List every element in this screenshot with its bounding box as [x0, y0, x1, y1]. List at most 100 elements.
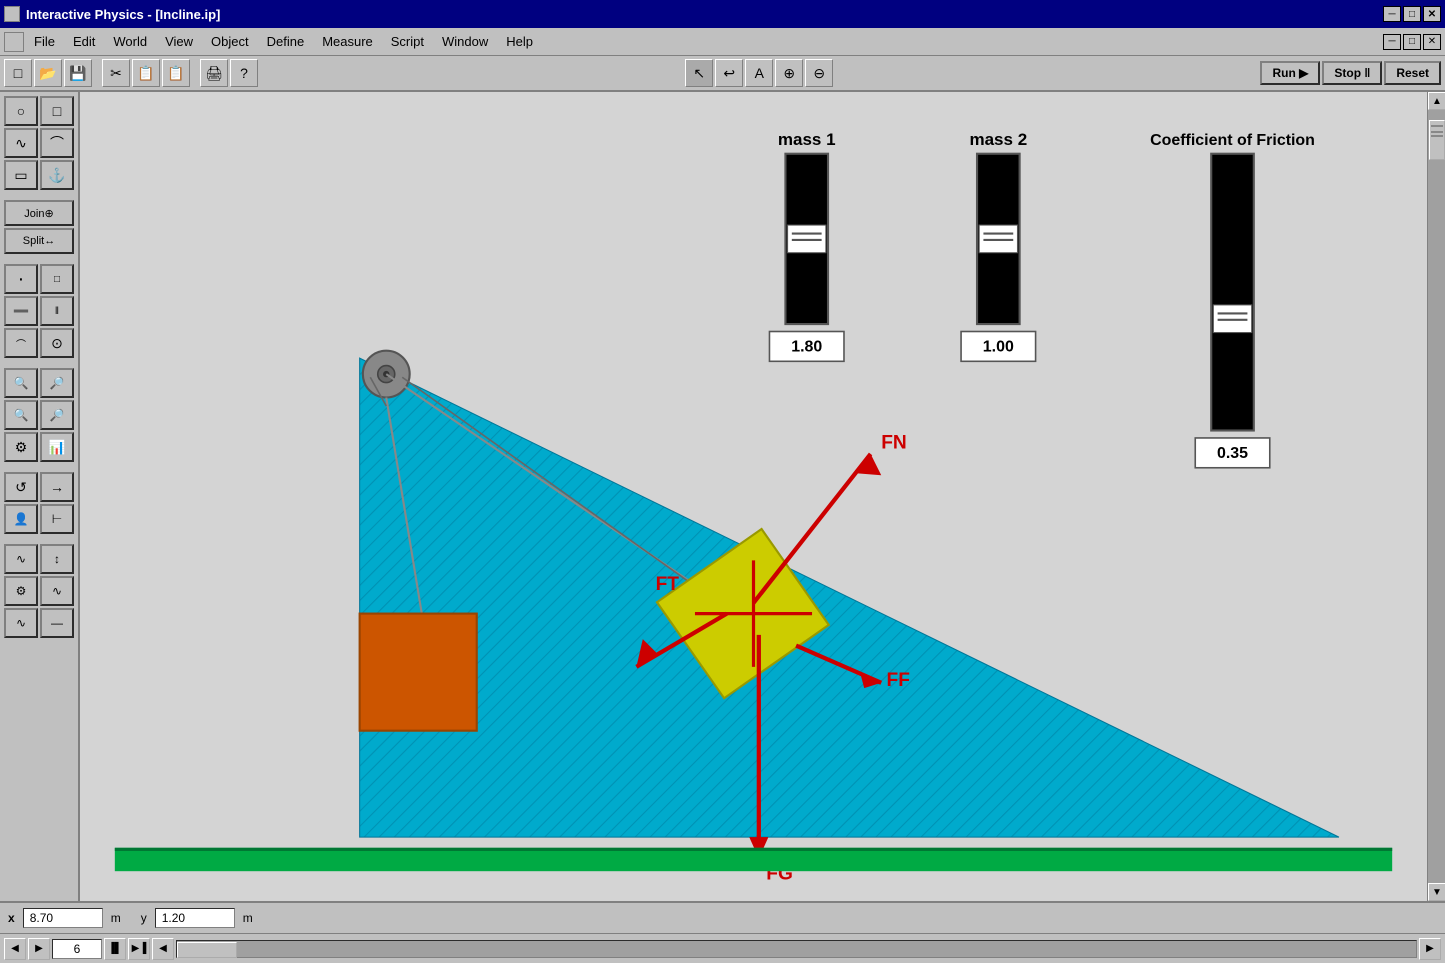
svg-text:1.00: 1.00: [983, 339, 1014, 356]
menu-window[interactable]: Window: [434, 32, 496, 51]
h-scroll-thumb[interactable]: [177, 942, 237, 958]
menu-edit[interactable]: Edit: [65, 32, 103, 51]
scroll-thumb[interactable]: [1429, 120, 1445, 160]
zoom3-tool[interactable]: 🔎: [40, 368, 74, 398]
zoom2-tool[interactable]: 🔍: [4, 368, 38, 398]
close-button[interactable]: ✕: [1423, 6, 1441, 22]
y-field[interactable]: [155, 908, 235, 928]
status-bar: x m y m: [0, 901, 1445, 933]
small-rect-tool[interactable]: □: [40, 264, 74, 294]
curve-tool[interactable]: ∿: [4, 128, 38, 158]
go-start-button[interactable]: ◀: [4, 938, 26, 960]
left-toolbar: ○ □ ∿ ⌒ ▭ ⚓ Join⊕ Split↔ · □ ══ ‖ ⌒ ⊙: [0, 92, 80, 901]
svg-text:0.35: 0.35: [1217, 445, 1248, 462]
rect-tool[interactable]: □: [40, 96, 74, 126]
svg-text:mass 1: mass 1: [778, 130, 836, 149]
menu-help[interactable]: Help: [498, 32, 541, 51]
copy-button[interactable]: 📋: [132, 59, 160, 87]
inner-maximize[interactable]: □: [1403, 34, 1421, 50]
arrow-tool[interactable]: →: [40, 472, 74, 502]
inner-minimize[interactable]: ─: [1383, 34, 1401, 50]
svg-text:mass 2: mass 2: [969, 130, 1027, 149]
app-icon-menu: [4, 32, 24, 52]
wave-tool[interactable]: ∿: [4, 544, 38, 574]
svg-text:FT: FT: [656, 574, 680, 595]
arc-tool[interactable]: ⌒: [40, 128, 74, 158]
join-button[interactable]: Join⊕: [4, 200, 74, 226]
save-button[interactable]: 💾: [64, 59, 92, 87]
zoom-in-button[interactable]: ⊕: [775, 59, 803, 87]
circle2-tool[interactable]: ⊙: [40, 328, 74, 358]
text-button[interactable]: A: [745, 59, 773, 87]
title-bar: Interactive Physics - [Incline.ip] ─ □ ✕: [0, 0, 1445, 28]
menu-object[interactable]: Object: [203, 32, 257, 51]
bottom-bar: ◀ ▶ 6 ▐▌ ▶▐ ◀ ▶: [0, 933, 1445, 963]
scroll-down-button[interactable]: ▼: [1428, 883, 1445, 901]
zoom-out-button[interactable]: ⊖: [805, 59, 833, 87]
print-button[interactable]: 🖨: [200, 59, 228, 87]
point-tool[interactable]: ·: [4, 264, 38, 294]
x-field[interactable]: [23, 908, 103, 928]
run-button[interactable]: Run ▶: [1260, 61, 1320, 85]
inner-close[interactable]: ✕: [1423, 34, 1441, 50]
step-forward-button[interactable]: ▶▐: [128, 938, 150, 960]
svg-text:FF: FF: [887, 670, 910, 691]
menu-file[interactable]: File: [26, 32, 63, 51]
open-button[interactable]: 📂: [34, 59, 62, 87]
measure-tool[interactable]: ↕: [40, 544, 74, 574]
rotate-tool[interactable]: ↺: [4, 472, 38, 502]
prev-frame-button[interactable]: ◀: [152, 938, 174, 960]
frame-display: 6: [52, 939, 102, 959]
spring-tool[interactable]: ══: [4, 296, 38, 326]
play-button[interactable]: ▶: [28, 938, 50, 960]
simulation-canvas[interactable]: FN FT FF FG: [80, 92, 1427, 901]
y-label: y: [141, 911, 147, 925]
horizontal-scrollbar[interactable]: [176, 940, 1417, 958]
cut-button[interactable]: ✂: [102, 59, 130, 87]
menu-world[interactable]: World: [105, 32, 155, 51]
y-unit: m: [243, 911, 253, 925]
line2-tool[interactable]: —: [40, 608, 74, 638]
scroll-track[interactable]: [1428, 110, 1445, 883]
chart-tool[interactable]: 📊: [40, 432, 74, 462]
menu-define[interactable]: Define: [259, 32, 313, 51]
x-label: x: [8, 911, 15, 925]
line-tool[interactable]: ∿: [4, 608, 38, 638]
wave2-tool[interactable]: ∿: [40, 576, 74, 606]
minimize-button[interactable]: ─: [1383, 6, 1401, 22]
app-icon: [4, 6, 20, 22]
paste-button[interactable]: 📋: [162, 59, 190, 87]
stop-button[interactable]: Stop ‖: [1322, 61, 1382, 85]
zoom4-tool[interactable]: 🔍: [4, 400, 38, 430]
circle-tool[interactable]: ○: [4, 96, 38, 126]
rope-tool[interactable]: ⌒: [4, 328, 38, 358]
split-button[interactable]: Split↔: [4, 228, 74, 254]
anchor-tool[interactable]: ⚓: [40, 160, 74, 190]
scroll-up-button[interactable]: ▲: [1428, 92, 1445, 110]
damper-tool[interactable]: ‖: [40, 296, 74, 326]
reset-button[interactable]: Reset: [1384, 61, 1441, 85]
menu-measure[interactable]: Measure: [314, 32, 381, 51]
new-button[interactable]: □: [4, 59, 32, 87]
app-title: Interactive Physics - [Incline.ip]: [26, 7, 220, 22]
vertical-scrollbar: ▲ ▼: [1427, 92, 1445, 901]
person-tool[interactable]: 👤: [4, 504, 38, 534]
box-tool[interactable]: ▭: [4, 160, 38, 190]
x-unit: m: [111, 911, 121, 925]
undo-button[interactable]: ↩: [715, 59, 743, 87]
svg-text:FN: FN: [881, 433, 907, 454]
menu-view[interactable]: View: [157, 32, 201, 51]
toolbar: □ 📂 💾 ✂ 📋 📋 🖨 ? ↖ ↩ A ⊕ ⊖ Run ▶ Stop ‖ R…: [0, 56, 1445, 92]
pointer-button[interactable]: ↖: [685, 59, 713, 87]
maximize-button[interactable]: □: [1403, 6, 1421, 22]
zoom5-tool[interactable]: 🔎: [40, 400, 74, 430]
svg-text:Coefficient of Friction: Coefficient of Friction: [1150, 132, 1315, 149]
menu-script[interactable]: Script: [383, 32, 432, 51]
scroll-right-button[interactable]: ▶: [1419, 938, 1441, 960]
menu-bar: File Edit World View Object Define Measu…: [0, 28, 1445, 56]
settings-tool[interactable]: ⚙: [4, 432, 38, 462]
help-button[interactable]: ?: [230, 59, 258, 87]
gear-tool[interactable]: ⚙: [4, 576, 38, 606]
force-tool[interactable]: ⊢: [40, 504, 74, 534]
go-end-button[interactable]: ▐▌: [104, 938, 126, 960]
